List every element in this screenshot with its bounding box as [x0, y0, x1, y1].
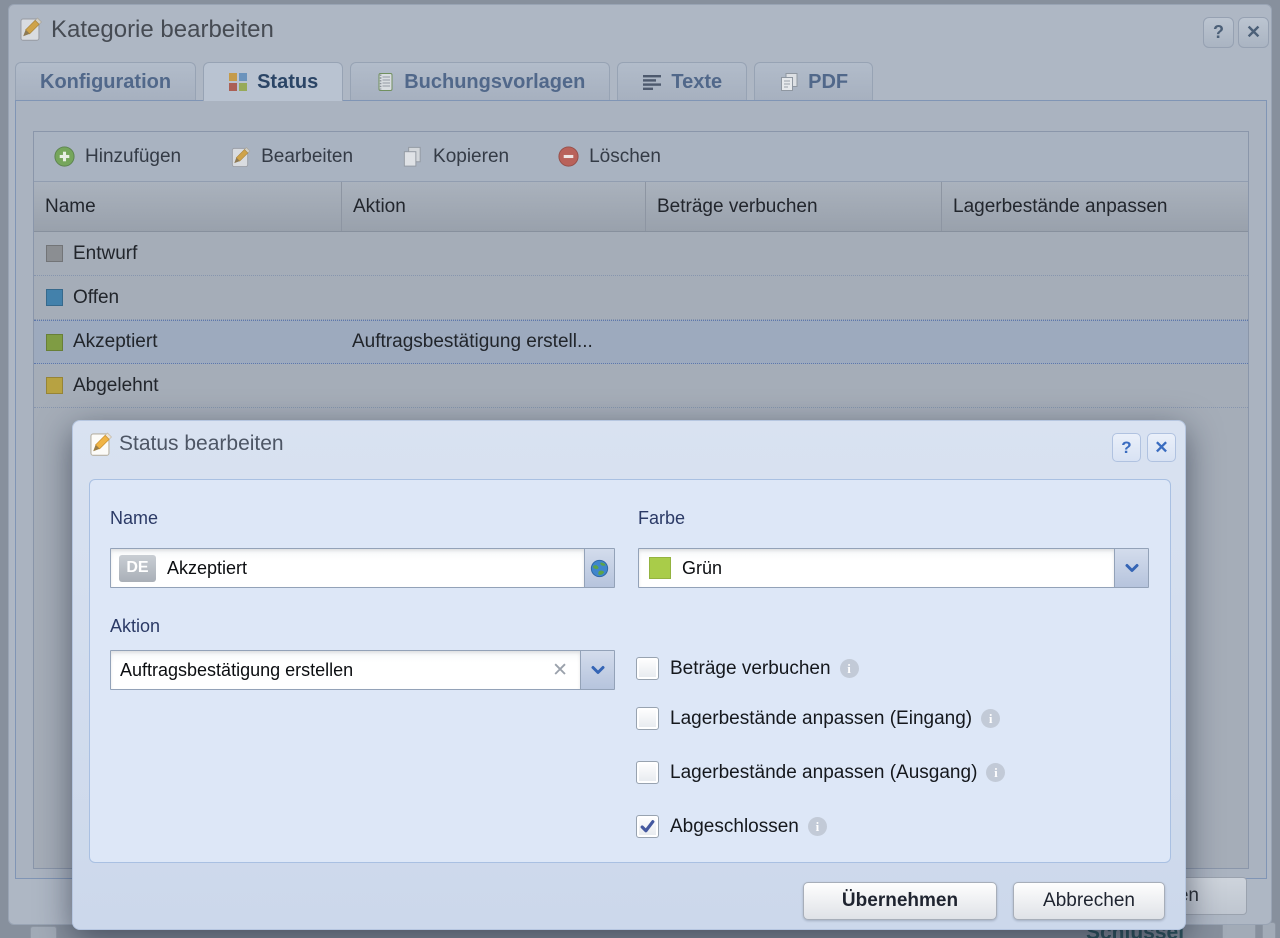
edit-pencil-icon: [87, 430, 114, 457]
checkbox-row-lager-eingang: Lagerbestände anpassen (Eingang) i: [636, 707, 1000, 730]
color-grid-icon: [228, 72, 248, 92]
dialog-help-button[interactable]: ?: [1112, 433, 1141, 462]
help-icon: ?: [1213, 22, 1224, 43]
tab-status[interactable]: Status: [203, 62, 343, 101]
globe-icon: [590, 559, 609, 578]
text-lines-icon: [642, 72, 662, 92]
dialog-title: Status bearbeiten: [119, 432, 284, 456]
status-bearbeiten-dialog: Status bearbeiten ? ✕ Name DE Akzeptiert: [72, 420, 1186, 930]
window-title: Kategorie bearbeiten: [51, 16, 274, 44]
pages-icon: [779, 72, 799, 92]
help-icon: ?: [1121, 438, 1131, 458]
checkbox-row-betraege-verbuchen: Beträge verbuchen i: [636, 657, 859, 680]
check-icon: [639, 818, 656, 835]
status-color-swatch: [46, 245, 63, 262]
column-header-lagerbestaende-anpassen[interactable]: Lagerbestände anpassen: [942, 182, 1248, 231]
status-color-swatch: [46, 289, 63, 306]
clear-icon[interactable]: ✕: [552, 661, 568, 680]
chevron-down-icon: [590, 662, 606, 678]
close-icon: ✕: [1246, 22, 1261, 43]
close-icon: ✕: [1154, 438, 1168, 458]
close-button[interactable]: ✕: [1238, 17, 1269, 48]
column-header-betraege-verbuchen[interactable]: Beträge verbuchen: [646, 182, 942, 231]
copy-button[interactable]: Kopieren: [395, 141, 515, 172]
color-swatch: [649, 557, 671, 579]
copy-icon: [401, 145, 424, 168]
checkbox-row-abgeschlossen: Abgeschlossen i: [636, 815, 827, 838]
name-input[interactable]: DE Akzeptiert: [110, 548, 615, 588]
column-header-aktion[interactable]: Aktion: [342, 182, 646, 231]
status-color-swatch: [46, 334, 63, 351]
tab-buchungsvorlagen[interactable]: Buchungsvorlagen: [350, 62, 610, 101]
checkbox-row-lager-ausgang: Lagerbestände anpassen (Ausgang) i: [636, 761, 1005, 784]
table-row[interactable]: Akzeptiert Auftragsbestätigung erstell..…: [34, 320, 1248, 364]
language-badge: DE: [119, 555, 156, 582]
tab-pdf[interactable]: PDF: [754, 62, 873, 101]
aktion-select[interactable]: Auftragsbestätigung erstellen ✕: [110, 650, 615, 690]
underlying-page-fragment: [30, 926, 57, 938]
lager-ausgang-checkbox[interactable]: [636, 761, 659, 784]
grid-toolbar: Hinzufügen Bearbeiten Kopi: [34, 132, 1248, 182]
chevron-down-icon: [1124, 560, 1140, 576]
farbe-value: Grün: [682, 558, 722, 579]
tab-konfiguration[interactable]: Konfiguration: [15, 62, 196, 101]
tab-texte[interactable]: Texte: [617, 62, 747, 101]
dialog-close-button[interactable]: ✕: [1147, 433, 1176, 462]
add-icon: [53, 145, 76, 168]
edit-pencil-icon: [17, 15, 44, 42]
betraege-verbuchen-checkbox[interactable]: [636, 657, 659, 680]
aktion-label: Aktion: [110, 616, 160, 637]
abbrechen-button[interactable]: Abbrechen: [1013, 882, 1165, 920]
grid-header: Name Aktion Beträge verbuchen Lagerbestä…: [34, 182, 1248, 232]
delete-icon: [557, 145, 580, 168]
table-row[interactable]: Offen: [34, 276, 1248, 320]
info-icon[interactable]: i: [986, 763, 1005, 782]
notebook-icon: [375, 72, 395, 92]
table-row[interactable]: Abgelehnt: [34, 364, 1248, 408]
farbe-label: Farbe: [638, 508, 685, 529]
dialog-form-panel: Name DE Akzeptiert Farbe: [89, 479, 1171, 863]
aktion-value: Auftragsbestätigung erstellen: [120, 660, 353, 681]
edit-pencil-icon: [229, 145, 252, 168]
status-color-swatch: [46, 377, 63, 394]
tab-bar: Konfiguration Status: [15, 62, 873, 101]
help-button[interactable]: ?: [1203, 17, 1234, 48]
aktion-dropdown-trigger[interactable]: [580, 651, 614, 689]
farbe-select[interactable]: Grün: [638, 548, 1149, 588]
name-label: Name: [110, 508, 158, 529]
info-icon[interactable]: i: [840, 659, 859, 678]
table-row[interactable]: Entwurf: [34, 232, 1248, 276]
translate-button[interactable]: [584, 549, 614, 587]
info-icon[interactable]: i: [981, 709, 1000, 728]
delete-button[interactable]: Löschen: [551, 141, 667, 172]
column-header-name[interactable]: Name: [34, 182, 342, 231]
add-button[interactable]: Hinzufügen: [47, 141, 187, 172]
edit-button[interactable]: Bearbeiten: [223, 141, 359, 172]
farbe-dropdown-trigger[interactable]: [1114, 549, 1148, 587]
abgeschlossen-checkbox[interactable]: [636, 815, 659, 838]
uebernehmen-button[interactable]: Übernehmen: [803, 882, 997, 920]
lager-eingang-checkbox[interactable]: [636, 707, 659, 730]
name-value: Akzeptiert: [167, 558, 247, 579]
info-icon[interactable]: i: [808, 817, 827, 836]
